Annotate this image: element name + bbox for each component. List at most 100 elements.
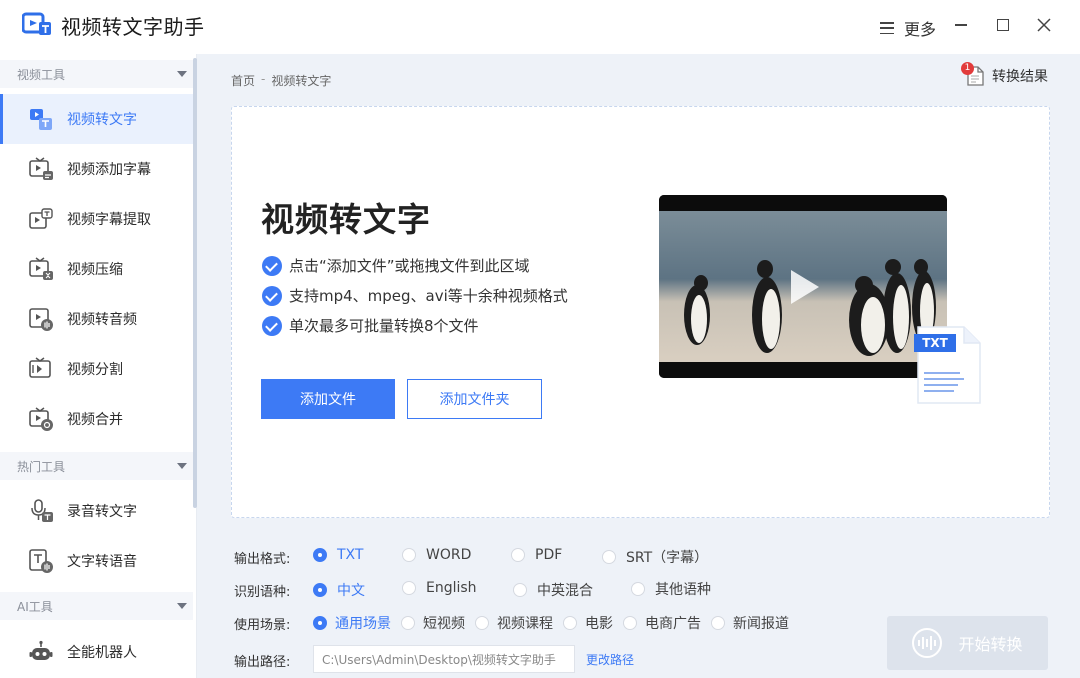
output-path-label: 输出路径: <box>234 655 291 670</box>
format-option-pdf[interactable]: PDF <box>511 547 562 563</box>
language-option-mixed[interactable]: 中英混合 <box>513 580 593 600</box>
option-label: WORD <box>426 547 472 563</box>
robot-icon <box>28 639 54 665</box>
breadcrumb: 首页 - 视频转文字 <box>231 72 331 89</box>
sidebar-item-video-add-subtitle[interactable]: 视频添加字幕 <box>0 144 193 194</box>
sidebar-item-video-split[interactable]: 视频分割 <box>0 344 193 394</box>
check-circle-icon <box>262 285 282 306</box>
audio-wave-icon <box>912 628 943 658</box>
format-option-word[interactable]: WORD <box>402 547 471 563</box>
maximize-icon <box>997 19 1009 31</box>
add-folder-button[interactable]: 添加文件夹 <box>407 379 542 419</box>
sidebar-item-video-to-text[interactable]: 视频转文字 <box>0 94 193 144</box>
video-add-subtitle-icon <box>28 156 54 182</box>
video-to-audio-icon <box>28 306 54 332</box>
sidebar-item-label: 全能机器人 <box>67 645 137 661</box>
language-option-other[interactable]: 其他语种 <box>631 579 711 599</box>
hero-title: 视频转文字 <box>261 200 431 239</box>
option-label: 视频课程 <box>497 616 553 632</box>
sidebar-item-video-compress[interactable]: 视频压缩 <box>0 244 193 294</box>
radio-icon <box>511 548 525 562</box>
video-merge-icon <box>28 406 54 432</box>
option-label: 中文 <box>337 583 365 599</box>
sidebar-section-hot-tools[interactable]: 热门工具 <box>0 452 193 480</box>
sidebar-item-text-to-speech[interactable]: 文字转语音 <box>0 536 193 586</box>
start-conversion-button[interactable]: 开始转换 <box>887 616 1048 670</box>
option-label: 其他语种 <box>655 582 711 598</box>
scene-option-course[interactable]: 视频课程 <box>475 613 553 633</box>
radio-icon <box>602 550 616 564</box>
results-label: 转换结果 <box>992 69 1048 85</box>
sidebar-scrollbar[interactable] <box>193 58 197 508</box>
scene-option-short-video[interactable]: 短视频 <box>401 613 465 633</box>
option-label: 电影 <box>585 616 613 632</box>
feature-item: 支持mp4、mpeg、avi等十余种视频格式 <box>262 285 568 306</box>
add-file-button[interactable]: 添加文件 <box>261 379 395 419</box>
feature-text: 单次最多可批量转换8个文件 <box>289 317 479 335</box>
language-option-english[interactable]: English <box>402 580 477 596</box>
output-format-label: 输出格式: <box>234 552 291 567</box>
radio-icon <box>313 616 327 630</box>
more-menu-button[interactable]: 更多 <box>880 16 936 40</box>
sidebar-item-recording-to-text[interactable]: 录音转文字 <box>0 486 193 536</box>
minimize-button[interactable] <box>950 14 972 36</box>
caret-down-icon <box>177 463 187 469</box>
app-logo-icon <box>22 12 51 35</box>
sidebar-item-video-merge[interactable]: 视频合并 <box>0 394 193 444</box>
radio-icon <box>402 548 416 562</box>
minimize-icon <box>955 24 967 26</box>
sidebar: 视频工具 视频转文字 视频添加字幕 视频字幕提取 视频压缩 视频转音频 视频分割… <box>0 54 197 678</box>
radio-icon <box>313 583 327 597</box>
usage-scene-label: 使用场景: <box>234 618 291 633</box>
feature-text: 点击“添加文件”或拖拽文件到此区域 <box>289 257 530 275</box>
scene-option-general[interactable]: 通用场景 <box>313 613 391 633</box>
radio-icon <box>623 616 637 630</box>
format-option-txt[interactable]: TXT <box>313 547 363 563</box>
sidebar-item-label: 视频合并 <box>67 412 123 428</box>
file-drop-zone[interactable]: 视频转文字 点击“添加文件”或拖拽文件到此区域 支持mp4、mpeg、avi等十… <box>231 106 1050 518</box>
check-circle-icon <box>262 255 282 276</box>
output-path-input[interactable] <box>313 645 575 673</box>
feature-text: 支持mp4、mpeg、avi等十余种视频格式 <box>289 287 568 305</box>
change-path-link[interactable]: 更改路径 <box>586 651 634 668</box>
format-option-srt[interactable]: SRT（字幕） <box>602 547 708 567</box>
breadcrumb-current: 视频转文字 <box>271 74 332 88</box>
radio-icon <box>631 582 645 596</box>
option-label: SRT（字幕） <box>626 550 709 566</box>
sidebar-item-subtitle-extract[interactable]: 视频字幕提取 <box>0 194 193 244</box>
option-label: 通用场景 <box>335 616 391 632</box>
language-option-chinese[interactable]: 中文 <box>313 580 365 600</box>
breadcrumb-home[interactable]: 首页 <box>231 72 255 89</box>
option-label: 短视频 <box>423 616 465 632</box>
radio-icon <box>475 616 489 630</box>
menu-icon <box>880 22 894 34</box>
maximize-button[interactable] <box>992 14 1014 36</box>
conversion-results-button[interactable]: 1 转换结果 <box>961 62 1048 86</box>
radio-icon <box>563 616 577 630</box>
option-label: 电商广告 <box>645 616 701 632</box>
sidebar-item-video-to-audio[interactable]: 视频转音频 <box>0 294 193 344</box>
sidebar-item-label: 视频转文字 <box>67 112 137 128</box>
recording-to-text-icon <box>28 498 54 524</box>
sidebar-item-robot[interactable]: 全能机器人 <box>0 627 193 677</box>
section-label: 视频工具 <box>17 67 66 82</box>
close-button[interactable] <box>1033 14 1055 36</box>
feature-item: 点击“添加文件”或拖拽文件到此区域 <box>262 255 530 276</box>
text-to-speech-icon <box>28 548 54 574</box>
feature-item: 单次最多可批量转换8个文件 <box>262 315 479 336</box>
option-label: English <box>426 580 477 596</box>
sidebar-section-video-tools[interactable]: 视频工具 <box>0 60 193 88</box>
radio-icon <box>513 583 527 597</box>
subtitle-extract-icon <box>28 206 54 232</box>
option-label: PDF <box>535 547 563 563</box>
scene-option-news[interactable]: 新闻报道 <box>711 613 789 633</box>
scene-option-ecommerce[interactable]: 电商广告 <box>623 613 701 633</box>
start-conversion-label: 开始转换 <box>958 635 1023 654</box>
sidebar-item-label: 视频压缩 <box>67 262 123 278</box>
sidebar-item-label: 视频分割 <box>67 362 123 378</box>
section-label: AI工具 <box>17 599 53 614</box>
sidebar-section-ai-tools[interactable]: AI工具 <box>0 592 193 620</box>
video-split-icon <box>28 356 54 382</box>
scene-option-movie[interactable]: 电影 <box>563 613 613 633</box>
option-label: TXT <box>337 547 364 563</box>
